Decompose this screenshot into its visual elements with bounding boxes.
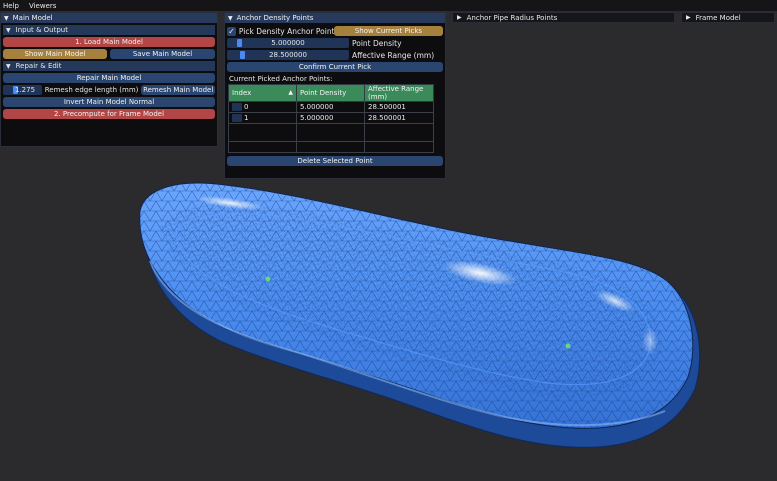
show-main-model-button[interactable]: Show Main Model (3, 49, 107, 59)
chevron-right-icon: ▶ (686, 14, 691, 21)
repair-edit-section[interactable]: ▼ Repair & Edit (3, 61, 215, 71)
picked-points-heading: Current Picked Anchor Points: (229, 75, 333, 83)
anchor-marker (565, 343, 571, 349)
chevron-right-icon: ▶ (457, 14, 462, 21)
table-row-empty (228, 141, 434, 153)
col-density-header[interactable]: Point Density (296, 84, 365, 102)
col-index-header[interactable]: Index ▲ (228, 84, 297, 102)
slider-grab[interactable] (240, 51, 245, 59)
point-density-label: Point Density (352, 38, 402, 48)
table-row[interactable]: 0 5.000000 28.500001 (228, 101, 434, 113)
repair-edit-title: Repair & Edit (15, 62, 62, 70)
anchor-pipe-panel-header[interactable]: ▶ Anchor Pipe Radius Points (452, 12, 675, 23)
menubar: Help Viewers (0, 0, 777, 11)
anchor-pipe-title: Anchor Pipe Radius Points (466, 13, 558, 22)
table-row-empty (228, 123, 434, 142)
main-model-header[interactable]: ▼ Main Model (1, 13, 217, 23)
menu-viewers[interactable]: Viewers (29, 2, 56, 10)
precompute-frame-button[interactable]: 2. Precompute for Frame Model (3, 109, 215, 119)
sort-up-icon: ▲ (288, 89, 293, 96)
affective-range-slider[interactable]: 28.500000 (227, 50, 349, 60)
affective-range-label: Affective Range (mm) (352, 50, 435, 60)
edge-length-value: 1.275 (15, 86, 36, 94)
point-density-value: 5.000000 (271, 39, 305, 47)
delete-point-button[interactable]: Delete Selected Point (227, 156, 443, 166)
chevron-down-icon: ▼ (4, 14, 9, 22)
pick-anchor-checkbox[interactable]: ✓ (227, 26, 236, 36)
edge-length-slider[interactable]: 1.275 (3, 85, 42, 95)
affective-range-value: 28.500000 (269, 51, 307, 59)
load-main-model-button[interactable]: 1. Load Main Model (3, 37, 215, 47)
main-model-title: Main Model (12, 14, 53, 22)
row-select-box[interactable] (232, 103, 242, 111)
input-output-title: Input & Output (15, 26, 68, 34)
point-density-slider[interactable]: 5.000000 (227, 38, 349, 48)
invert-normal-button[interactable]: Invert Main Model Normal (3, 97, 215, 107)
frame-model-title: Frame Model (695, 13, 741, 22)
slider-grab[interactable] (237, 39, 242, 47)
remesh-main-model-button[interactable]: Remesh Main Model (141, 85, 215, 95)
pick-anchor-label: Pick Density Anchor Points (238, 26, 339, 36)
table-row[interactable]: 1 5.000000 28.500001 (228, 112, 434, 124)
chevron-down-icon: ▼ (228, 14, 233, 22)
anchor-density-header[interactable]: ▼ Anchor Density Points (225, 13, 445, 23)
confirm-pick-button[interactable]: Confirm Current Pick (227, 62, 443, 72)
menu-help[interactable]: Help (3, 2, 19, 10)
checkmark-icon: ✓ (228, 26, 235, 36)
input-output-section[interactable]: ▼ Input & Output (3, 25, 215, 35)
chevron-down-icon: ▼ (6, 62, 11, 70)
frame-model-panel-header[interactable]: ▶ Frame Model (681, 12, 775, 23)
anchor-marker (265, 276, 271, 282)
anchor-density-title: Anchor Density Points (236, 14, 314, 22)
anchor-density-panel: ▼ Anchor Density Points ✓ Pick Density A… (224, 12, 446, 179)
anchor-points-table: Index ▲ Point Density Affective Range (m… (228, 84, 434, 153)
main-model-panel: ▼ Main Model ▼ Input & Output 1. Load Ma… (0, 12, 218, 147)
repair-main-model-button[interactable]: Repair Main Model (3, 73, 215, 83)
save-main-model-button[interactable]: Save Main Model (110, 49, 215, 59)
table-header-row: Index ▲ Point Density Affective Range (m… (228, 84, 434, 102)
col-range-header[interactable]: Affective Range (mm) (364, 84, 434, 102)
edge-length-label: Remesh edge length (mm) (44, 86, 139, 94)
chevron-down-icon: ▼ (6, 26, 11, 34)
row-select-box[interactable] (232, 114, 242, 122)
show-current-picks-button[interactable]: Show Current Picks (333, 26, 443, 36)
